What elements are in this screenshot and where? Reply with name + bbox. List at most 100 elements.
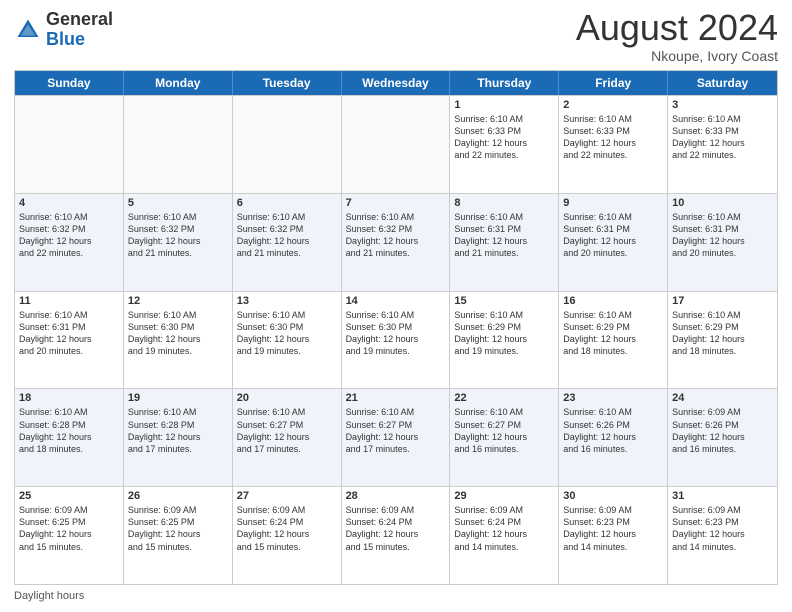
day-number: 2 <box>563 99 663 111</box>
day-info: Sunrise: 6:10 AM Sunset: 6:30 PM Dayligh… <box>237 309 337 358</box>
day-number: 25 <box>19 490 119 502</box>
location: Nkoupe, Ivory Coast <box>576 48 778 64</box>
calendar-body: 1 Sunrise: 6:10 AM Sunset: 6:33 PM Daylig… <box>15 95 777 584</box>
day-info: Sunrise: 6:10 AM Sunset: 6:27 PM Dayligh… <box>346 406 446 455</box>
day-number: 29 <box>454 490 554 502</box>
footer: Daylight hours <box>14 590 778 602</box>
day-number: 31 <box>672 490 773 502</box>
day-info: Sunrise: 6:09 AM Sunset: 6:23 PM Dayligh… <box>672 504 773 553</box>
day-number: 18 <box>19 392 119 404</box>
logo-text: General Blue <box>46 10 113 50</box>
cal-day-23: 23 Sunrise: 6:10 AM Sunset: 6:26 PM Dayli… <box>559 389 668 486</box>
cal-day-1: 1 Sunrise: 6:10 AM Sunset: 6:33 PM Daylig… <box>450 96 559 193</box>
cal-day-20: 20 Sunrise: 6:10 AM Sunset: 6:27 PM Dayli… <box>233 389 342 486</box>
day-number: 14 <box>346 295 446 307</box>
day-info: Sunrise: 6:10 AM Sunset: 6:32 PM Dayligh… <box>128 211 228 260</box>
logo-general: General <box>46 10 113 30</box>
cal-day-22: 22 Sunrise: 6:10 AM Sunset: 6:27 PM Dayli… <box>450 389 559 486</box>
calendar: SundayMondayTuesdayWednesdayThursdayFrid… <box>14 70 778 585</box>
cal-week-3: 11Sunrise: 6:10 AM Sunset: 6:31 PM Dayli… <box>15 291 777 389</box>
cal-empty <box>342 96 451 193</box>
day-number: 28 <box>346 490 446 502</box>
day-number: 22 <box>454 392 554 404</box>
day-info: Sunrise: 6:10 AM Sunset: 6:32 PM Dayligh… <box>346 211 446 260</box>
cal-day-26: 26Sunrise: 6:09 AM Sunset: 6:25 PM Dayli… <box>124 487 233 584</box>
day-number: 27 <box>237 490 337 502</box>
cal-day-31: 31 Sunrise: 6:09 AM Sunset: 6:23 PM Dayli… <box>668 487 777 584</box>
cal-day-5: 5 Sunrise: 6:10 AM Sunset: 6:32 PM Daylig… <box>124 194 233 291</box>
day-info: Sunrise: 6:10 AM Sunset: 6:33 PM Dayligh… <box>672 113 773 162</box>
day-info: Sunrise: 6:10 AM Sunset: 6:31 PM Dayligh… <box>454 211 554 260</box>
day-info: Sunrise: 6:09 AM Sunset: 6:25 PM Dayligh… <box>128 504 228 553</box>
day-header-wednesday: Wednesday <box>342 71 451 95</box>
day-info: Sunrise: 6:09 AM Sunset: 6:24 PM Dayligh… <box>454 504 554 553</box>
day-number: 20 <box>237 392 337 404</box>
cal-day-16: 16Sunrise: 6:10 AM Sunset: 6:29 PM Dayli… <box>559 292 668 389</box>
cal-day-19: 19Sunrise: 6:10 AM Sunset: 6:28 PM Dayli… <box>124 389 233 486</box>
cal-empty <box>233 96 342 193</box>
day-number: 1 <box>454 99 554 111</box>
cal-day-15: 15Sunrise: 6:10 AM Sunset: 6:29 PM Dayli… <box>450 292 559 389</box>
day-header-thursday: Thursday <box>450 71 559 95</box>
day-info: Sunrise: 6:10 AM Sunset: 6:33 PM Dayligh… <box>454 113 554 162</box>
page-header: General Blue August 2024 Nkoupe, Ivory C… <box>14 10 778 64</box>
cal-day-24: 24Sunrise: 6:09 AM Sunset: 6:26 PM Dayli… <box>668 389 777 486</box>
cal-day-7: 7 Sunrise: 6:10 AM Sunset: 6:32 PM Daylig… <box>342 194 451 291</box>
month-title: August 2024 <box>576 10 778 46</box>
cal-week-4: 18Sunrise: 6:10 AM Sunset: 6:28 PM Dayli… <box>15 388 777 486</box>
cal-day-9: 9 Sunrise: 6:10 AM Sunset: 6:31 PM Daylig… <box>559 194 668 291</box>
day-info: Sunrise: 6:10 AM Sunset: 6:29 PM Dayligh… <box>672 309 773 358</box>
day-number: 5 <box>128 197 228 209</box>
day-number: 3 <box>672 99 773 111</box>
cal-week-1: 1 Sunrise: 6:10 AM Sunset: 6:33 PM Daylig… <box>15 95 777 193</box>
cal-day-14: 14 Sunrise: 6:10 AM Sunset: 6:30 PM Dayli… <box>342 292 451 389</box>
day-header-monday: Monday <box>124 71 233 95</box>
day-info: Sunrise: 6:10 AM Sunset: 6:32 PM Dayligh… <box>19 211 119 260</box>
day-info: Sunrise: 6:10 AM Sunset: 6:31 PM Dayligh… <box>563 211 663 260</box>
cal-day-30: 30Sunrise: 6:09 AM Sunset: 6:23 PM Dayli… <box>559 487 668 584</box>
cal-day-12: 12 Sunrise: 6:10 AM Sunset: 6:30 PM Dayli… <box>124 292 233 389</box>
day-header-sunday: Sunday <box>15 71 124 95</box>
day-number: 12 <box>128 295 228 307</box>
footer-label: Daylight hours <box>14 590 84 602</box>
day-number: 9 <box>563 197 663 209</box>
logo-blue: Blue <box>46 30 113 50</box>
day-number: 24 <box>672 392 773 404</box>
day-number: 19 <box>128 392 228 404</box>
cal-day-21: 21 Sunrise: 6:10 AM Sunset: 6:27 PM Dayli… <box>342 389 451 486</box>
logo-icon <box>14 16 42 44</box>
day-number: 7 <box>346 197 446 209</box>
day-info: Sunrise: 6:10 AM Sunset: 6:31 PM Dayligh… <box>672 211 773 260</box>
day-info: Sunrise: 6:10 AM Sunset: 6:32 PM Dayligh… <box>237 211 337 260</box>
day-info: Sunrise: 6:10 AM Sunset: 6:27 PM Dayligh… <box>237 406 337 455</box>
cal-day-28: 28 Sunrise: 6:09 AM Sunset: 6:24 PM Dayli… <box>342 487 451 584</box>
cal-day-10: 10 Sunrise: 6:10 AM Sunset: 6:31 PM Dayli… <box>668 194 777 291</box>
day-header-saturday: Saturday <box>668 71 777 95</box>
cal-day-18: 18Sunrise: 6:10 AM Sunset: 6:28 PM Dayli… <box>15 389 124 486</box>
day-info: Sunrise: 6:10 AM Sunset: 6:27 PM Dayligh… <box>454 406 554 455</box>
day-info: Sunrise: 6:10 AM Sunset: 6:30 PM Dayligh… <box>128 309 228 358</box>
cal-day-29: 29 Sunrise: 6:09 AM Sunset: 6:24 PM Dayli… <box>450 487 559 584</box>
day-info: Sunrise: 6:10 AM Sunset: 6:33 PM Dayligh… <box>563 113 663 162</box>
day-number: 11 <box>19 295 119 307</box>
cal-empty <box>15 96 124 193</box>
day-info: Sunrise: 6:09 AM Sunset: 6:24 PM Dayligh… <box>346 504 446 553</box>
day-number: 23 <box>563 392 663 404</box>
day-number: 6 <box>237 197 337 209</box>
day-header-friday: Friday <box>559 71 668 95</box>
calendar-header: SundayMondayTuesdayWednesdayThursdayFrid… <box>15 71 777 95</box>
day-number: 8 <box>454 197 554 209</box>
day-number: 21 <box>346 392 446 404</box>
day-info: Sunrise: 6:10 AM Sunset: 6:30 PM Dayligh… <box>346 309 446 358</box>
day-number: 16 <box>563 295 663 307</box>
day-number: 10 <box>672 197 773 209</box>
cal-week-5: 25 Sunrise: 6:09 AM Sunset: 6:25 PM Dayli… <box>15 486 777 584</box>
cal-day-11: 11Sunrise: 6:10 AM Sunset: 6:31 PM Dayli… <box>15 292 124 389</box>
day-number: 30 <box>563 490 663 502</box>
cal-day-17: 17Sunrise: 6:10 AM Sunset: 6:29 PM Dayli… <box>668 292 777 389</box>
header-right: August 2024 Nkoupe, Ivory Coast <box>576 10 778 64</box>
cal-day-27: 27Sunrise: 6:09 AM Sunset: 6:24 PM Dayli… <box>233 487 342 584</box>
day-number: 15 <box>454 295 554 307</box>
day-number: 13 <box>237 295 337 307</box>
day-info: Sunrise: 6:10 AM Sunset: 6:26 PM Dayligh… <box>563 406 663 455</box>
